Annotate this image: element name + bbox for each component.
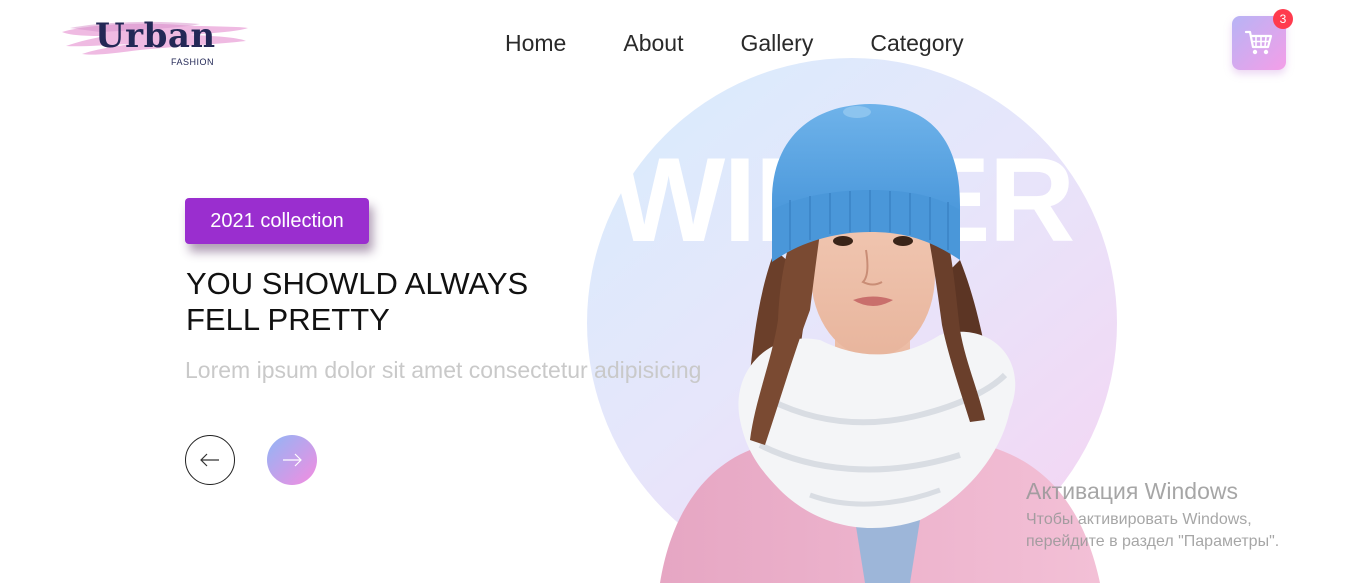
collection-badge[interactable]: 2021 collection bbox=[185, 198, 369, 244]
nav-about[interactable]: About bbox=[623, 30, 683, 57]
arrow-right-icon bbox=[283, 453, 302, 467]
main-nav: Home About Gallery Category bbox=[505, 30, 964, 57]
nav-category[interactable]: Category bbox=[870, 30, 963, 57]
logo-subtitle: FASHION bbox=[171, 57, 215, 67]
hero-description: Lorem ipsum dolor sit amet consectetur a… bbox=[185, 357, 702, 383]
cart-icon bbox=[1244, 30, 1273, 55]
arrow-left-icon bbox=[200, 453, 219, 467]
brand-logo[interactable]: Urban FASHION bbox=[60, 14, 255, 74]
hero-headline-line1: YOU SHOWLD ALWAYS bbox=[186, 266, 529, 301]
cart-count-badge: 3 bbox=[1273, 9, 1293, 29]
next-slide-button[interactable] bbox=[267, 435, 317, 485]
hero-headline: YOU SHOWLD ALWAYS FELL PRETTY bbox=[186, 266, 528, 338]
nav-home[interactable]: Home bbox=[505, 30, 566, 57]
windows-activation-title: Активация Windows bbox=[1026, 478, 1238, 504]
windows-activation-line2: перейдите в раздел "Параметры". bbox=[1026, 533, 1280, 550]
cart-button[interactable]: 3 bbox=[1232, 9, 1293, 70]
windows-activation-watermark: Активация Windows Чтобы активировать Win… bbox=[1026, 478, 1279, 551]
logo-wordmark: Urban bbox=[95, 16, 216, 56]
hero-headline-line2: FELL PRETTY bbox=[186, 302, 390, 337]
prev-slide-button[interactable] bbox=[185, 435, 235, 485]
nav-gallery[interactable]: Gallery bbox=[740, 30, 813, 57]
windows-activation-line1: Чтобы активировать Windows, bbox=[1026, 511, 1252, 528]
